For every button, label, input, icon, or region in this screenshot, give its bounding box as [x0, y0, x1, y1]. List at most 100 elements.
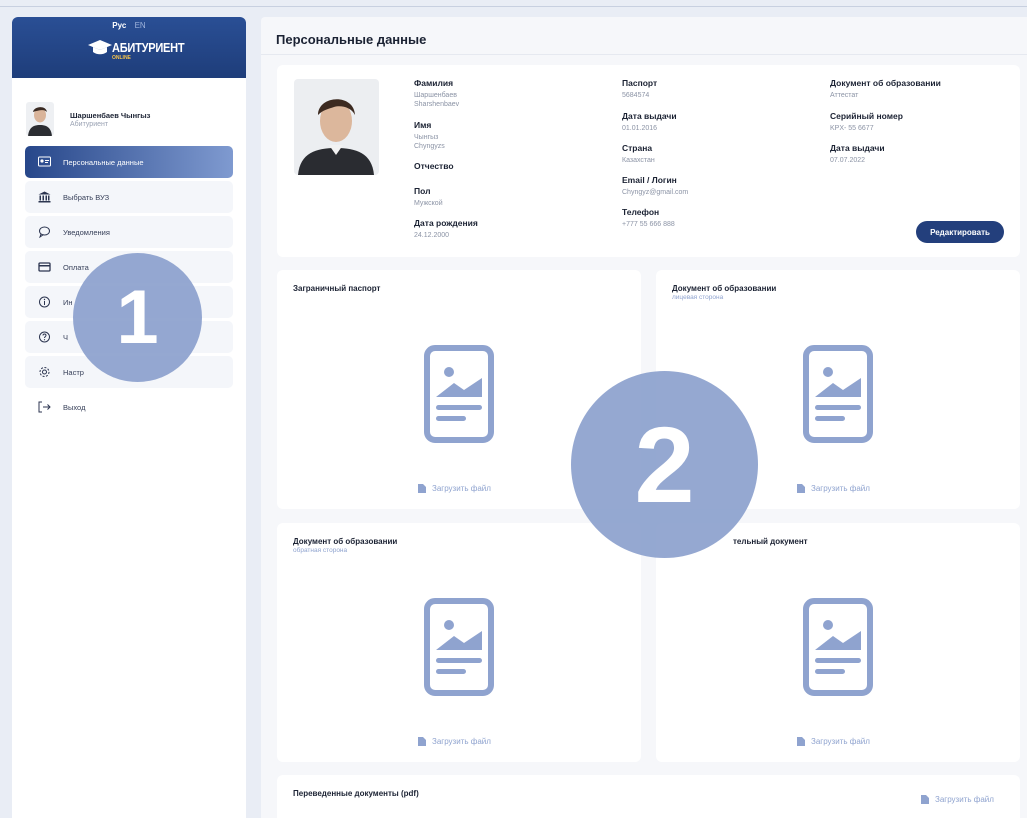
page-title: Персональные данные	[276, 32, 427, 47]
sidebar-item-notifications[interactable]: Уведомления	[25, 216, 233, 248]
document-image-icon	[424, 345, 494, 443]
sidebar-item-label: Оплата	[63, 262, 89, 272]
document-image-icon	[424, 598, 494, 696]
education-issue-label: Дата выдачи	[830, 143, 885, 153]
country-field: Страна Казахстан	[622, 143, 655, 165]
birthdate-label: Дата рождения	[414, 218, 478, 228]
document-card-additional: тельный документ Загрузить файл	[656, 523, 1020, 762]
upload-label: Загрузить файл	[432, 737, 491, 746]
question-icon	[37, 331, 51, 343]
email-field: Email / Логин Chyngyz@gmail.com	[622, 175, 688, 197]
sidebar-item-label: Выбрать ВУЗ	[63, 192, 110, 202]
sidebar-item-logout[interactable]: Выход	[25, 391, 233, 423]
sidebar-item-personal-data[interactable]: Персональные данные	[25, 146, 233, 178]
annotation-marker-1: 1	[73, 253, 202, 382]
profile-photo	[294, 79, 379, 175]
document-image-icon	[803, 345, 873, 443]
upload-file-link[interactable]: Загрузить файл	[921, 795, 994, 804]
surname-label: Фамилия	[414, 78, 454, 88]
document-title: Заграничный паспорт	[293, 284, 381, 293]
birthdate-field: Дата рождения 24.12.2000	[414, 218, 478, 240]
sidebar-item-label: Настр	[63, 367, 84, 377]
file-icon	[418, 484, 426, 493]
passport-issue-value: 01.01.2016	[622, 125, 658, 132]
file-icon	[921, 795, 929, 804]
upload-file-link[interactable]: Загрузить файл	[797, 737, 870, 746]
name-field: Имя Чынгыз Chyngyzs	[414, 120, 445, 151]
user-name: Шаршенбаев Чынгыз	[70, 110, 151, 120]
document-title: Документ об образовании	[293, 537, 398, 546]
file-icon	[797, 484, 805, 493]
country-value: Казахстан	[622, 157, 655, 164]
sidebar-item-label: Ч	[63, 332, 68, 342]
education-doc-label: Документ об образовании	[830, 78, 941, 88]
info-icon	[37, 296, 51, 308]
logo[interactable]: АБИТУРИЕНТ ONLINE	[86, 37, 197, 61]
user-profile[interactable]: Шаршенбаев Чынгыз Абитуриент	[12, 78, 246, 146]
sidebar-item-choose-university[interactable]: Выбрать ВУЗ	[25, 181, 233, 213]
upload-file-link[interactable]: Загрузить файл	[797, 484, 870, 493]
lang-ru[interactable]: Рус	[112, 21, 126, 30]
sidebar-item-label: Персональные данные	[63, 157, 144, 167]
document-subtitle: лицевая сторона	[672, 294, 724, 301]
file-icon	[797, 737, 805, 746]
document-image-icon	[803, 598, 873, 696]
name-label: Имя	[414, 120, 432, 130]
logo-text: АБИТУРИЕНТ	[112, 39, 185, 55]
document-title: тельный документ	[733, 537, 808, 546]
translated-documents-title: Переведенные документы (pdf)	[293, 789, 419, 798]
upload-label: Загрузить файл	[432, 484, 491, 493]
email-label: Email / Логин	[622, 175, 677, 185]
upload-file-link[interactable]: Загрузить файл	[418, 737, 491, 746]
document-title: Документ об образовании	[672, 284, 777, 293]
title-divider	[261, 54, 1027, 55]
education-issue-field: Дата выдачи 07.07.2022	[830, 143, 885, 165]
upload-file-link[interactable]: Загрузить файл	[418, 484, 491, 493]
name-value: Чынгыз	[414, 134, 439, 141]
avatar	[26, 102, 54, 136]
university-icon	[37, 191, 51, 203]
surname-field: Фамилия Шаршенбаев Sharshenbaev	[414, 78, 459, 109]
personal-data-card: Фамилия Шаршенбаев Sharshenbaev Имя Чынг…	[277, 65, 1020, 257]
language-switcher: Рус EN	[12, 21, 246, 30]
birthdate-value: 24.12.2000	[414, 232, 450, 239]
sidebar-item-label: Уведомления	[63, 227, 110, 237]
document-card-education-back: Документ об образовании обратная сторона…	[277, 523, 641, 762]
education-issue-value: 07.07.2022	[830, 157, 866, 164]
patronymic-label: Отчество	[414, 161, 454, 171]
passport-field: Паспорт 5684574	[622, 78, 657, 100]
gender-label: Пол	[414, 186, 431, 196]
gender-field: Пол Мужской	[414, 186, 443, 208]
upload-label: Загрузить файл	[811, 484, 870, 493]
annotation-marker-2: 2	[571, 371, 758, 558]
education-doc-value: Аттестат	[830, 92, 859, 99]
surname-value: Шаршенбаев	[414, 92, 457, 99]
phone-label: Телефон	[622, 207, 660, 217]
window-top-border	[0, 6, 1027, 7]
phone-field: Телефон +777 55 666 888	[622, 207, 675, 229]
user-role: Абитуриент	[70, 120, 109, 128]
edit-button[interactable]: Редактировать	[916, 221, 1004, 243]
email-value: Chyngyz@gmail.com	[622, 189, 689, 196]
patronymic-field: Отчество	[414, 161, 454, 174]
passport-value: 5684574	[622, 92, 650, 99]
passport-issue-field: Дата выдачи 01.01.2016	[622, 111, 677, 133]
document-subtitle: обратная сторона	[293, 547, 348, 554]
name-value-latin: Chyngyzs	[414, 143, 445, 150]
sidebar-header: Рус EN АБИТУРИЕНТ ONLINE	[12, 17, 246, 78]
lang-en[interactable]: EN	[135, 21, 146, 30]
credit-card-icon	[37, 261, 51, 273]
id-card-icon	[37, 156, 51, 168]
sidebar: Рус EN АБИТУРИЕНТ ONLINE Шаршенбаев Чынг…	[12, 17, 246, 818]
country-label: Страна	[622, 143, 653, 153]
upload-label: Загрузить файл	[811, 737, 870, 746]
passport-label: Паспорт	[622, 78, 658, 88]
file-icon	[418, 737, 426, 746]
gender-value: Мужской	[414, 200, 443, 207]
phone-value: +777 55 666 888	[622, 221, 675, 228]
sidebar-item-label: Выход	[63, 402, 86, 412]
upload-label: Загрузить файл	[935, 795, 994, 804]
surname-value-latin: Sharshenbaev	[414, 101, 460, 108]
translated-documents-card: Переведенные документы (pdf) Загрузить ф…	[277, 775, 1020, 818]
graduation-cap-icon	[86, 37, 112, 57]
